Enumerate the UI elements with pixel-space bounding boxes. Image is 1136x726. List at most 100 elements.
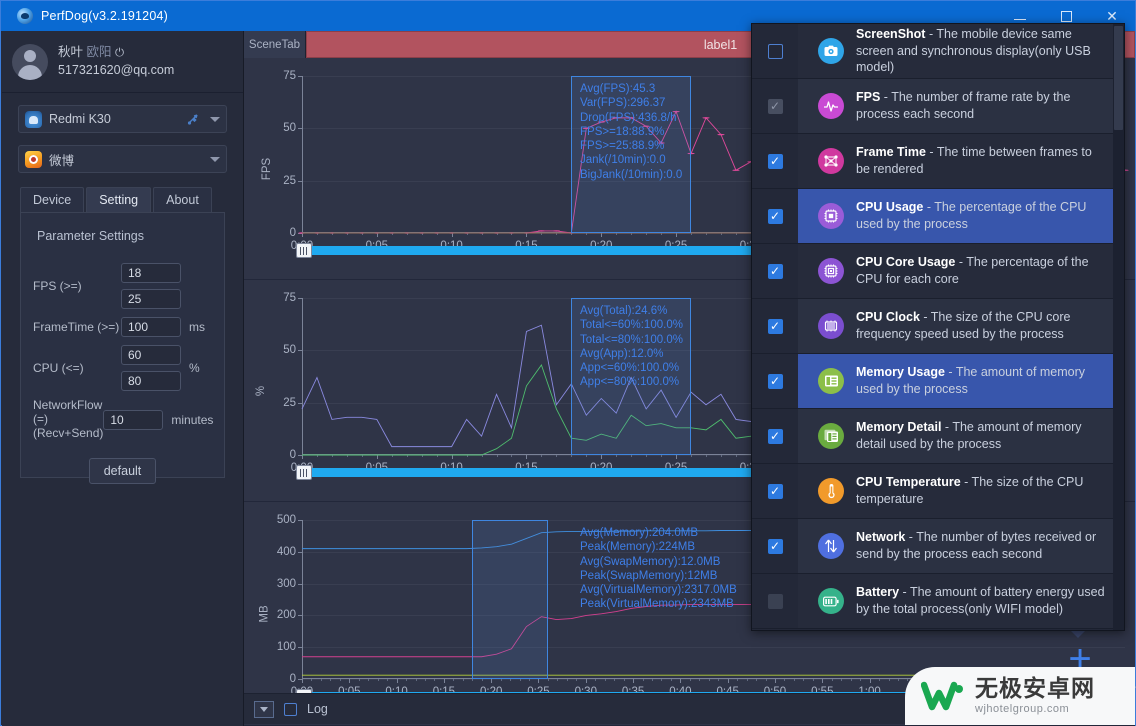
series-point <box>717 133 725 136</box>
setting-row-networkflow: NetworkFlow (=) (Recv+Send) minutes <box>33 398 214 440</box>
y-tick-label: 25 <box>283 174 296 187</box>
x-minor-tick <box>735 455 737 457</box>
x-tick-mark <box>491 679 493 683</box>
user-name-part1: 秋叶 <box>58 45 84 60</box>
metric-item-network[interactable]: ✓ Network - The number of bytes received … <box>752 519 1124 574</box>
metric-checkbox-cell[interactable]: ✓ <box>752 134 798 188</box>
metric-checkbox-cell[interactable]: ✓ <box>752 519 798 573</box>
networkflow-input[interactable] <box>103 409 164 430</box>
metric-checkbox-cell[interactable]: ✓ <box>752 409 798 463</box>
metric-item-cpu-core-usage[interactable]: ✓ CPU Core Usage - The percentage of the … <box>752 244 1124 299</box>
pulse-icon <box>818 93 844 119</box>
device-selector[interactable]: Redmi K30 <box>18 105 227 133</box>
metric-checkbox[interactable]: ✓ <box>767 318 783 334</box>
chevron-down-icon[interactable] <box>210 116 220 122</box>
x-minor-tick <box>793 679 795 681</box>
setting-label-frametime: FrameTime (>=) <box>33 319 120 334</box>
x-tick-mark <box>526 455 528 459</box>
scrollbar-grip[interactable] <box>296 465 312 480</box>
tab-setting[interactable]: Setting <box>86 187 152 212</box>
metric-item-battery[interactable]: Battery - The amount of battery energy u… <box>752 574 1124 629</box>
cpu-high-input[interactable] <box>121 371 181 391</box>
chevron-down-icon[interactable] <box>254 700 274 718</box>
x-tick-mark <box>676 455 678 459</box>
x-minor-tick <box>737 679 739 681</box>
x-minor-tick <box>576 679 578 681</box>
metric-description: Frame Time - The time between frames to … <box>856 145 1092 176</box>
chevron-down-icon[interactable] <box>210 156 220 162</box>
x-minor-tick <box>850 679 852 681</box>
fps-target-input[interactable] <box>121 289 181 309</box>
android-device-icon <box>25 110 42 128</box>
setting-label-networkflow: NetworkFlow (=) (Recv+Send) <box>33 398 104 440</box>
metric-checkbox-cell[interactable] <box>752 574 798 628</box>
y-axis-label: MB <box>258 604 271 623</box>
metric-checkbox[interactable]: ✓ <box>767 538 783 554</box>
frametime-input[interactable] <box>121 317 181 337</box>
metric-checkbox[interactable] <box>767 43 783 59</box>
power-icon[interactable]: ⏻ <box>115 47 124 59</box>
default-button[interactable]: default <box>88 458 157 485</box>
cpu-low-input[interactable] <box>121 345 181 365</box>
metric-description: CPU Temperature - The size of the CPU te… <box>856 475 1084 506</box>
metric-checkbox-cell[interactable]: ✓ <box>752 299 798 353</box>
metric-item-memory-usage[interactable]: ✓ Memory Usage - The amount of memory use… <box>752 354 1124 409</box>
metric-checkbox-cell[interactable]: ✓ <box>752 79 798 133</box>
x-minor-tick <box>339 679 341 681</box>
metric-name: Memory Detail <box>856 420 942 435</box>
x-minor-tick <box>784 679 786 681</box>
chart-statistics: Avg(Memory):204.0MB Peak(Memory):224MB A… <box>580 527 737 611</box>
metric-checkbox[interactable]: ✓ <box>767 428 783 444</box>
metrics-dropdown[interactable]: ScreenShot - The mobile device same scre… <box>751 23 1125 631</box>
sidebar-tabs: Device Setting About <box>20 187 243 212</box>
x-tick-mark <box>601 455 603 459</box>
y-tick-label: 0 <box>289 449 296 461</box>
metric-item-cpu-temperature[interactable]: ✓ CPU Temperature - The size of the CPU t… <box>752 464 1124 519</box>
app-selector[interactable]: 微博 <box>18 145 227 173</box>
metric-checkbox[interactable]: ✓ <box>767 483 783 499</box>
fps-min-input[interactable] <box>121 263 181 283</box>
perfdog-logo-icon <box>17 8 33 24</box>
tab-device[interactable]: Device <box>20 187 85 212</box>
metric-item-screenshot[interactable]: ScreenShot - The mobile device same scre… <box>752 24 1124 79</box>
metric-checkbox-cell[interactable]: ✓ <box>752 244 798 298</box>
metric-checkbox[interactable]: ✓ <box>767 373 783 389</box>
metric-checkbox-cell[interactable]: ✓ <box>752 464 798 518</box>
metric-item-fps[interactable]: ✓ FPS - The number of frame rate by the p… <box>752 79 1124 134</box>
x-minor-tick <box>812 679 814 681</box>
networkflow-unit: minutes <box>171 412 214 427</box>
watermark-en: wjhotelgroup.com <box>975 703 1070 715</box>
tab-scenetab[interactable]: SceneTab <box>244 31 306 58</box>
scrollbar-thumb[interactable] <box>1114 26 1123 130</box>
user-email: 517321620@qq.com <box>58 62 175 77</box>
scrollbar-grip[interactable] <box>296 243 312 258</box>
metric-checkbox-cell[interactable] <box>752 24 798 78</box>
x-tick-mark <box>601 233 603 237</box>
x-minor-tick <box>557 679 559 681</box>
metric-checkbox[interactable]: ✓ <box>767 153 783 169</box>
metric-checkbox-cell[interactable]: ✓ <box>752 354 798 408</box>
x-minor-tick <box>586 455 588 457</box>
metric-item-memory-detail[interactable]: ✓ Memory Detail - The amount of memory de… <box>752 409 1124 464</box>
x-tick-mark <box>376 455 378 459</box>
vertical-scrollbar[interactable] <box>1113 24 1124 630</box>
metric-item-frame-time[interactable]: ✓ Frame Time - The time between frames to… <box>752 134 1124 189</box>
metric-checkbox[interactable]: ✓ <box>767 263 783 279</box>
y-tick-label: 75 <box>283 70 296 82</box>
tab-about[interactable]: About <box>153 187 212 212</box>
x-tick-mark <box>443 679 445 683</box>
sidebar: 秋叶 欧阳 ⏻ 517321620@qq.com Redmi K30 微博 De… <box>2 31 244 726</box>
log-label: Log <box>307 702 328 716</box>
metric-item-cpu-clock[interactable]: ✓ CPU Clock - The size of the CPU core fr… <box>752 299 1124 354</box>
metric-checkbox-cell[interactable]: ✓ <box>752 189 798 243</box>
metric-description: CPU Clock - The size of the CPU core fre… <box>856 310 1071 341</box>
metric-checkbox[interactable]: ✓ <box>767 208 783 224</box>
x-minor-tick <box>462 679 464 681</box>
w-logo-icon <box>920 679 965 713</box>
metric-item-cpu-usage[interactable]: ✓ CPU Usage - The percentage of the CPU u… <box>752 189 1124 244</box>
x-minor-tick <box>320 679 322 681</box>
y-axis-label: % <box>255 385 268 396</box>
x-minor-tick <box>519 679 521 681</box>
log-checkbox[interactable] <box>284 702 297 716</box>
x-minor-tick <box>897 679 899 681</box>
